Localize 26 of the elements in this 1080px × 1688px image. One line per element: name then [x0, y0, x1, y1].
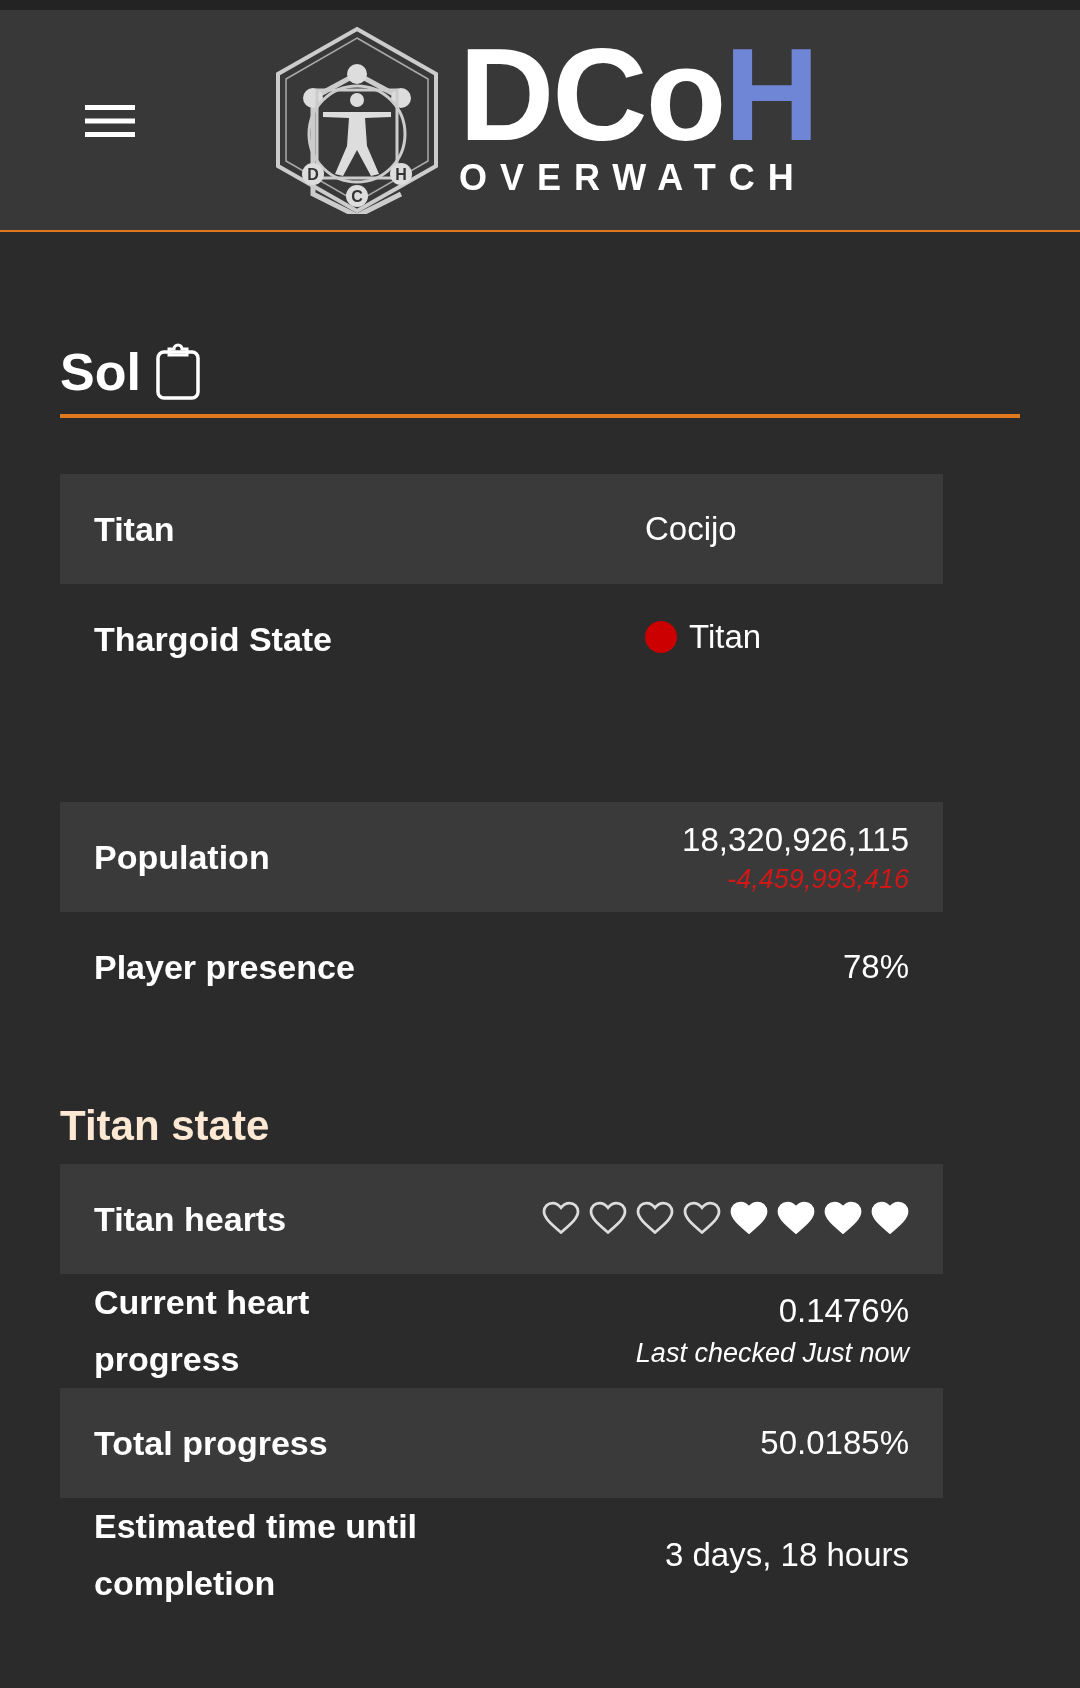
row-label: Current heart progress	[94, 1283, 310, 1378]
menu-button[interactable]	[85, 104, 135, 138]
row-label: Titan	[94, 509, 175, 548]
note-text: Last checked Just now	[635, 1337, 909, 1370]
row-label: Thargoid State	[94, 619, 333, 658]
value-text: 18,320,926,115	[682, 820, 909, 860]
emblem-letter: D	[307, 166, 319, 183]
logo-subtitle: OVERWATCH	[459, 156, 808, 200]
row-label: Player presence	[94, 947, 355, 986]
clipboard-icon[interactable]	[154, 343, 201, 401]
row-label: Titan hearts	[94, 1199, 287, 1238]
system-title: Sol	[60, 342, 141, 402]
value-text: 50.0185%	[760, 1424, 909, 1461]
section-heading: Titan state	[60, 1102, 271, 1150]
logo-title: DCoH	[459, 40, 818, 150]
emblem-letter: H	[395, 166, 407, 183]
row-label: Population	[94, 837, 270, 876]
value-text: 78%	[842, 948, 909, 985]
value-text: 3 days, 18 hours	[665, 1536, 909, 1573]
row-label: Total progress	[94, 1423, 328, 1462]
value-text: Titan	[689, 616, 762, 657]
change-text: -4,459,993,416	[727, 863, 909, 896]
value-text: Cocijo	[645, 510, 737, 547]
row-label: Estimated time until completion	[94, 1507, 418, 1602]
value-text: 0.1476%	[778, 1291, 909, 1331]
emblem-letter: C	[351, 188, 363, 205]
